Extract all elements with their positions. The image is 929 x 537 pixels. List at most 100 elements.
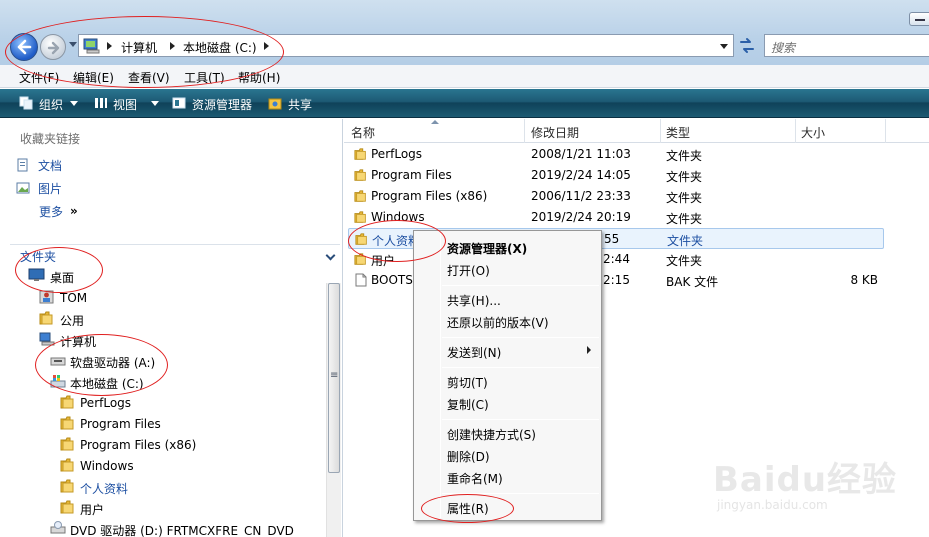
file-row[interactable]: Program Files (x86) 2006/11/2 23:33 文件夹: [348, 186, 884, 207]
tree-item-label: PerfLogs: [80, 396, 132, 410]
submenu-arrow-icon: [587, 346, 591, 354]
dvd-drive-icon: [50, 521, 66, 534]
navigation-pane: 收藏夹链接 文档 图片 更多 » 文件夹 桌面 TOM 公用 计算机 软盘驱动器…: [0, 119, 343, 537]
folder-icon: [39, 311, 53, 325]
menu-item-open[interactable]: 打开(O): [447, 262, 490, 279]
file-date: 2:15: [603, 273, 630, 287]
menu-item-explore[interactable]: 资源管理器(X): [447, 240, 527, 257]
file-date: 55: [604, 232, 620, 246]
refresh-icon[interactable]: [736, 35, 758, 56]
minimize-button[interactable]: [909, 12, 929, 26]
views-button[interactable]: 视图: [113, 96, 137, 113]
watermark-logo: Baidu经验: [713, 460, 898, 500]
favorite-item-label: 图片: [38, 182, 63, 196]
views-dropdown[interactable]: [151, 101, 159, 106]
file-date: 2008/1/21 11:03: [531, 147, 631, 161]
views-icon: [95, 98, 107, 108]
column-header-date[interactable]: 修改日期: [531, 124, 579, 141]
breadcrumb-separator-icon[interactable]: [170, 42, 175, 50]
file-date: 2:44: [603, 252, 630, 266]
file-date: 2019/2/24 20:19: [531, 210, 631, 224]
folders-header[interactable]: 文件夹: [10, 244, 340, 266]
folder-icon: [60, 437, 74, 451]
double-chevron-icon[interactable]: »: [70, 204, 78, 218]
scrollbar-thumb[interactable]: [328, 283, 340, 473]
file-type: 文件夹: [666, 149, 703, 163]
column-divider[interactable]: [795, 119, 796, 143]
organize-dropdown[interactable]: [70, 101, 78, 106]
menu-item-create-shortcut[interactable]: 创建快捷方式(S): [447, 426, 536, 443]
menu-item-send-to[interactable]: 发送到(N): [447, 344, 501, 361]
floppy-drive-icon: [50, 357, 66, 366]
share-icon: [268, 98, 282, 110]
menu-item-delete[interactable]: 删除(D): [447, 448, 490, 465]
column-header-type[interactable]: 类型: [666, 124, 690, 141]
share-button[interactable]: 共享: [288, 96, 312, 113]
arrow-right-icon: [47, 41, 60, 55]
tree-item-label: Program Files (x86): [80, 438, 197, 452]
documents-icon: [17, 158, 28, 172]
file-name: 用户: [371, 254, 396, 268]
address-bar[interactable]: 计算机 本地磁盘 (C:): [78, 34, 734, 57]
search-input[interactable]: 搜索: [764, 34, 929, 57]
file-row[interactable]: PerfLogs 2008/1/21 11:03 文件夹: [348, 144, 884, 165]
breadcrumb-separator-icon[interactable]: [264, 42, 269, 50]
back-button[interactable]: [10, 33, 38, 61]
file-type: BAK 文件: [666, 275, 719, 289]
favorite-more-link[interactable]: 更多: [39, 203, 63, 220]
tree-item-label: DVD 驱动器 (D:) FRTMCXFRE_CN_DVD: [70, 524, 294, 537]
file-row[interactable]: Program Files 2019/2/24 14:05 文件夹: [348, 165, 884, 186]
menu-separator: [442, 493, 599, 494]
menu-item-restore-previous[interactable]: 还原以前的版本(V): [447, 314, 549, 331]
file-name: BOOTS: [371, 273, 413, 287]
menu-separator: [442, 337, 599, 338]
forward-button[interactable]: [40, 34, 66, 60]
tree-item-label: TOM: [60, 291, 88, 305]
column-header-size[interactable]: 大小: [801, 124, 825, 141]
breadcrumb-computer[interactable]: 计算机: [121, 39, 157, 56]
menu-separator: [442, 367, 599, 368]
watermark: Baidu经验 jingyan.baidu.com: [713, 452, 923, 522]
menu-help[interactable]: 帮助(H): [238, 69, 280, 86]
explorer-button[interactable]: 资源管理器: [192, 96, 252, 113]
menu-item-share[interactable]: 共享(H)...: [447, 292, 501, 309]
folder-icon: [354, 190, 366, 202]
menu-tools[interactable]: 工具(T): [184, 69, 225, 86]
file-name: Program Files (x86): [371, 189, 488, 203]
folder-icon: [60, 416, 74, 430]
menu-view[interactable]: 查看(V): [128, 69, 170, 86]
tree-item-label: 用户: [80, 503, 105, 517]
file-name: Windows: [371, 210, 425, 224]
recent-pages-dropdown[interactable]: [69, 42, 77, 47]
folder-icon: [60, 458, 74, 472]
menu-item-rename[interactable]: 重命名(M): [447, 470, 503, 487]
tree-item-label: 软盘驱动器 (A:): [70, 356, 156, 370]
column-divider[interactable]: [885, 119, 886, 143]
tree-item-label: Program Files: [80, 417, 161, 431]
menu-edit[interactable]: 编辑(E): [73, 69, 114, 86]
menu-item-properties[interactable]: 属性(R): [447, 500, 489, 517]
menu-item-copy[interactable]: 复制(C): [447, 396, 489, 413]
column-divider[interactable]: [524, 119, 525, 143]
breadcrumb-separator-icon[interactable]: [107, 42, 112, 50]
tree-item-label: Windows: [80, 459, 134, 473]
file-name: PerfLogs: [371, 147, 423, 161]
column-divider[interactable]: [660, 119, 661, 143]
file-type: 文件夹: [666, 191, 703, 205]
file-name: Program Files: [371, 168, 452, 182]
navigation-scrollbar[interactable]: [326, 283, 341, 537]
file-icon: [355, 273, 367, 287]
menu-file[interactable]: 文件(F): [19, 69, 59, 86]
folders-title: 文件夹: [20, 250, 57, 264]
organize-button[interactable]: 组织: [39, 96, 63, 113]
address-history-dropdown[interactable]: [720, 44, 728, 49]
column-header-name[interactable]: 名称: [351, 124, 375, 141]
chevron-down-icon[interactable]: [325, 250, 336, 261]
file-type: 文件夹: [666, 254, 703, 268]
context-menu: 资源管理器(X) 打开(O) 共享(H)... 还原以前的版本(V) 发送到(N…: [413, 230, 602, 521]
menu-gutter: [440, 233, 441, 518]
menu-item-cut[interactable]: 剪切(T): [447, 374, 488, 391]
tree-item-label: 计算机: [60, 335, 97, 349]
breadcrumb-local-disk[interactable]: 本地磁盘 (C:): [183, 39, 257, 56]
file-row[interactable]: Windows 2019/2/24 20:19 文件夹: [348, 207, 884, 228]
